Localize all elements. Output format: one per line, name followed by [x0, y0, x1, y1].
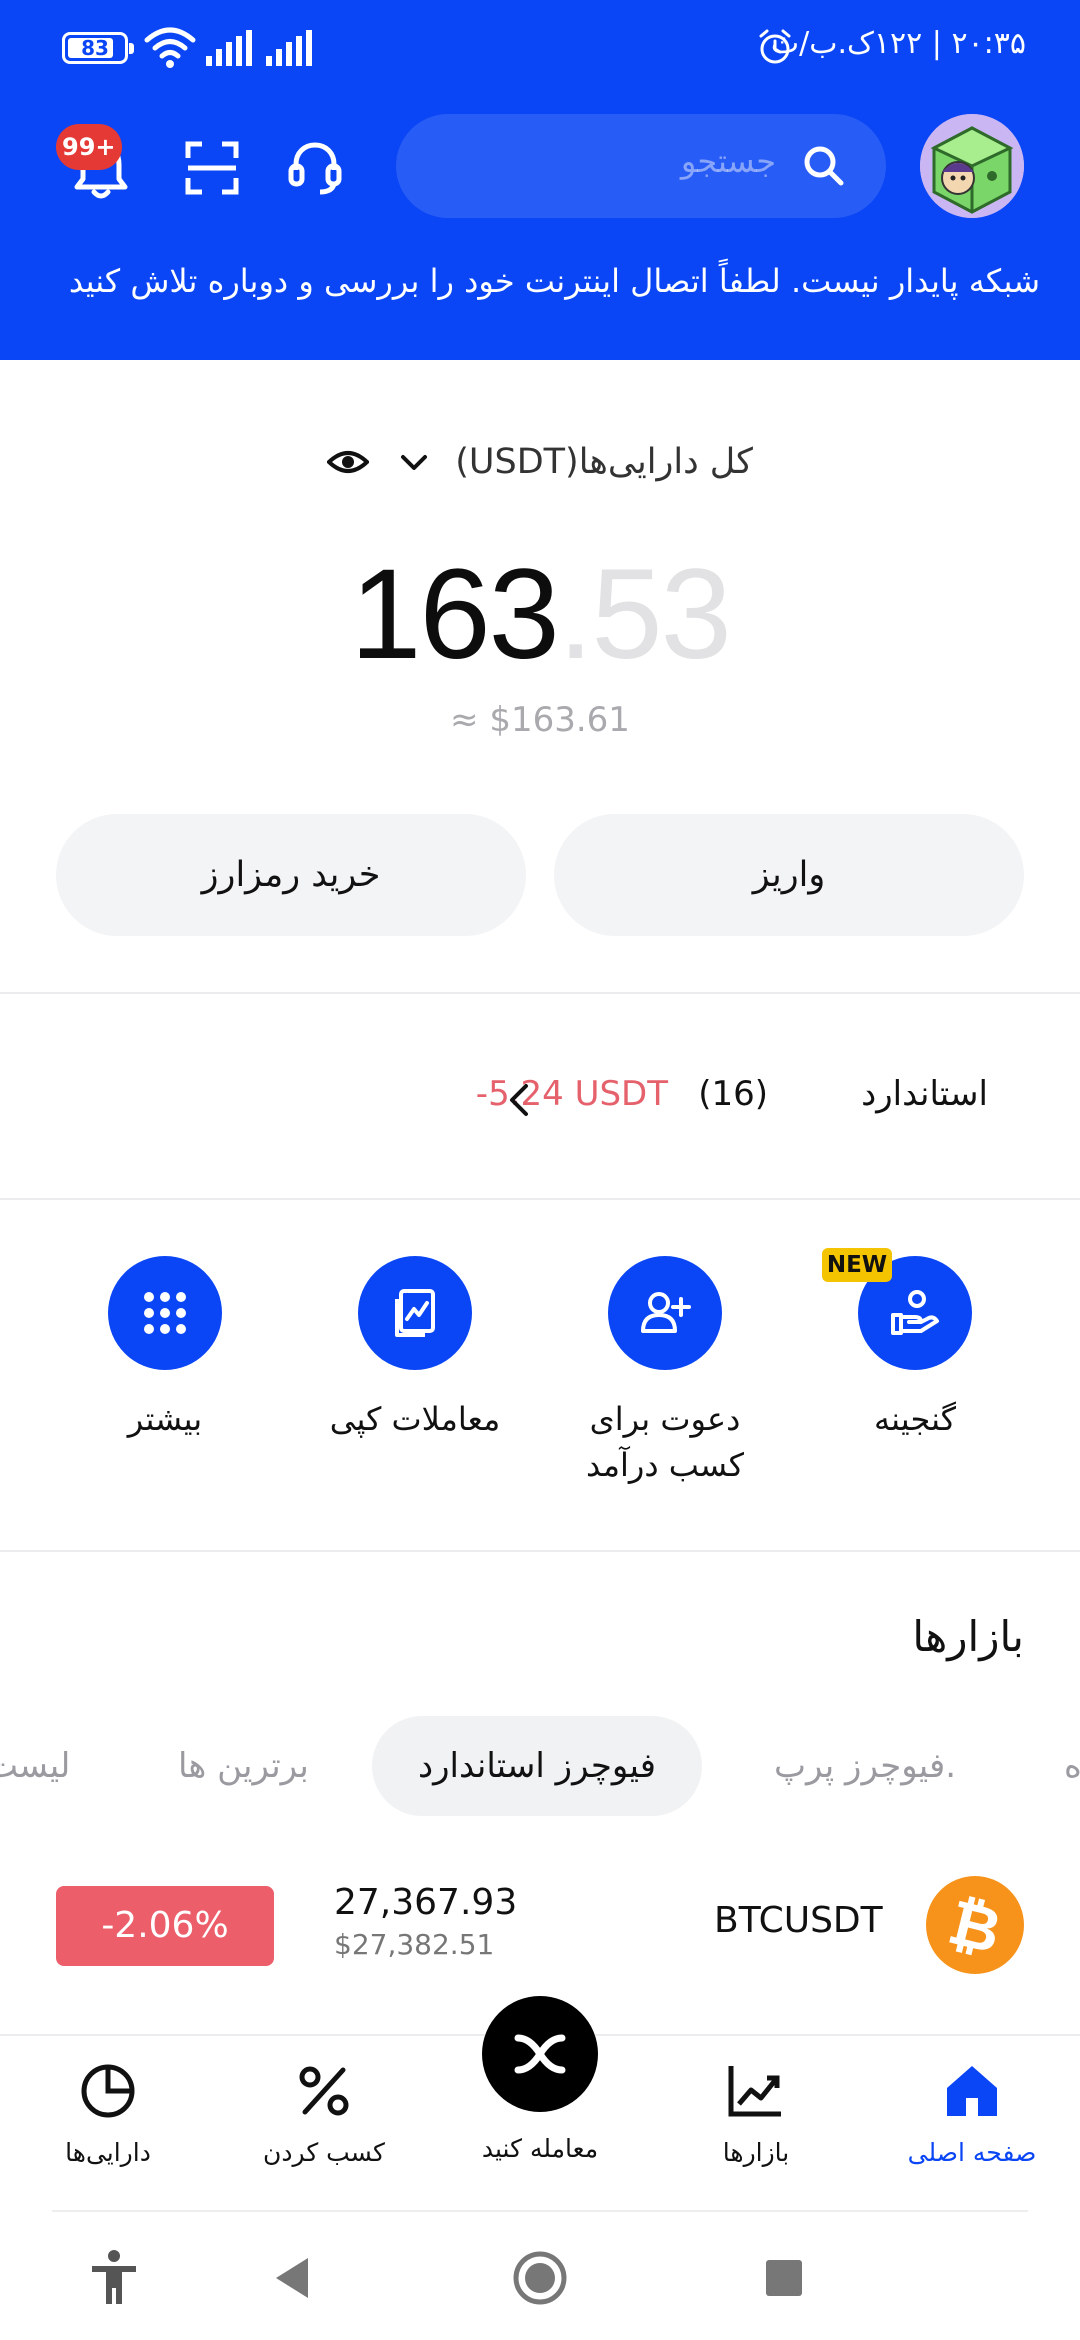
notification-badge: 99+ [56, 124, 122, 170]
wifi-icon [144, 27, 196, 68]
balance-header[interactable]: کل دارایی‌ها(USDT) [0, 442, 1080, 494]
avatar[interactable] [920, 114, 1024, 218]
search-placeholder: جستجو [680, 142, 776, 180]
tab-standard-futures[interactable]: فیوچرز استاندارد [372, 1716, 702, 1816]
signal-strength-2-icon [266, 30, 312, 66]
tab-assets-label: دارایی‌ها [65, 2138, 151, 2167]
status-time: ۲۰:۳۵ | ۱۲۲ک.ب/ث [770, 26, 1026, 61]
shortcut-copy-trading[interactable]: معاملات کپی [310, 1256, 520, 1442]
tab-listings[interactable]: لیست [0, 1716, 70, 1816]
scan-icon[interactable] [184, 140, 240, 196]
app-root: ۲۰:۳۵ | ۱۲۲ک.ب/ث 83 99+ جستجو شبکه پایدا… [0, 0, 1080, 2340]
add-user-icon [641, 1292, 691, 1333]
shortcut-more-label: بیشتر [127, 1400, 203, 1438]
trade-swap-icon [514, 2034, 566, 2074]
new-badge: NEW [822, 1248, 892, 1282]
tab-home[interactable]: صفحه اصلی [872, 2060, 1072, 2167]
recents-icon[interactable] [752, 2246, 816, 2310]
search-input[interactable]: جستجو [396, 114, 886, 218]
eye-icon[interactable] [327, 442, 370, 482]
balance-amount: 163.53 [0, 540, 1080, 690]
chevron-down-icon[interactable] [394, 442, 434, 482]
chart-trend-icon [728, 2066, 781, 2117]
tab-markets-label: بازارها [722, 2138, 790, 2167]
tab-top-movers[interactable]: برترین ها [178, 1716, 309, 1816]
home-nav-icon[interactable] [508, 2246, 572, 2310]
standard-account-row[interactable]: استاندارد (16) -5.24 USDT [0, 1064, 1080, 1132]
percent-icon [299, 2066, 349, 2116]
coin-price: 27,367.93 [334, 1882, 518, 1923]
account-label: استاندارد [861, 1074, 988, 1114]
copy-trading-icon-circle [358, 1256, 472, 1370]
battery-level: 83 [81, 36, 109, 60]
alarm-icon [759, 29, 791, 64]
account-positions-count: (16) [698, 1074, 768, 1114]
pie-chart-icon [81, 2064, 135, 2118]
deposit-button[interactable]: واریز [554, 814, 1024, 936]
tab-home-label: صفحه اصلی [907, 2138, 1037, 2167]
tab-trade-label[interactable]: معامله کنید [440, 2134, 640, 2163]
coin-price-usd: $27,382.51 [334, 1928, 495, 1961]
hand-gift-icon [891, 1290, 939, 1335]
divider [0, 992, 1080, 994]
shortcut-treasury-label: گنجینه [873, 1400, 956, 1438]
divider [52, 2210, 1028, 2212]
divider [0, 1198, 1080, 1200]
balance-integer: 163 [350, 543, 560, 686]
balance-decimal: .53 [557, 543, 732, 686]
signal-strength-icon [206, 30, 252, 66]
tab-market-partial-right[interactable]: ه [1064, 1716, 1080, 1816]
tab-assets[interactable]: دارایی‌ها [8, 2060, 208, 2167]
tab-earn-label: کسب کردن [263, 2138, 385, 2167]
divider [0, 1550, 1080, 1552]
market-row-btc[interactable]: ₿ BTCUSDT 27,367.93 $27,382.51 -2.06% [0, 1876, 1080, 1976]
copy-trading-icon [395, 1289, 435, 1337]
more-icon-circle [108, 1256, 222, 1370]
avatar-image [920, 114, 1024, 218]
balance-title: کل دارایی‌ها(USDT) [455, 442, 753, 482]
grid-dots-icon [144, 1292, 186, 1334]
buy-crypto-button[interactable]: خرید رمزارز [56, 814, 526, 936]
tab-perpetual-futures[interactable]: .فیوچرز پرپ [774, 1716, 956, 1816]
chevron-left-icon [510, 1084, 528, 1116]
network-warning: شبکه پایدار نیست. لطفاً اتصال اینترنت خو… [68, 262, 1040, 300]
back-icon[interactable] [262, 2246, 326, 2310]
shortcut-invite-label: دعوت برای کسب درآمد [586, 1400, 744, 1484]
bitcoin-icon: ₿ [926, 1876, 1024, 1974]
accessibility-icon[interactable] [82, 2246, 146, 2310]
shortcut-copy-trading-label: معاملات کپی [329, 1400, 501, 1438]
search-icon [804, 146, 844, 186]
home-icon [947, 2066, 997, 2116]
shortcut-invite[interactable]: دعوت برای کسب درآمد [560, 1256, 770, 1488]
markets-title: بازارها [912, 1612, 1024, 1661]
invite-icon-circle [608, 1256, 722, 1370]
shortcut-more[interactable]: بیشتر [60, 1256, 270, 1442]
coin-change-badge: -2.06% [56, 1886, 274, 1966]
trade-button[interactable] [482, 1996, 598, 2112]
battery-icon: 83 [62, 32, 134, 64]
balance-usd-equivalent: ≈ $163.61 [450, 700, 630, 740]
tab-earn[interactable]: کسب کردن [224, 2060, 424, 2167]
tab-markets[interactable]: بازارها [656, 2060, 856, 2167]
coin-symbol: BTCUSDT [714, 1900, 883, 1941]
shortcut-treasury[interactable]: گنجینه [810, 1256, 1020, 1442]
support-headset-icon[interactable] [284, 136, 346, 198]
top-header: ۲۰:۳۵ | ۱۲۲ک.ب/ث 83 99+ جستجو شبکه پایدا… [0, 0, 1080, 360]
